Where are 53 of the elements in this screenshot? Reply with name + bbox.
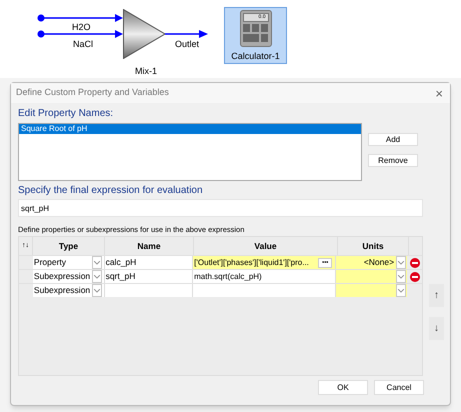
type-value: Subexpression [34, 270, 90, 284]
caret-icon [398, 288, 404, 293]
name-cell[interactable]: sqrt_pH [104, 270, 194, 284]
type-value: Subexpression [34, 284, 90, 298]
column-header: Units [338, 237, 409, 256]
column-header: Value [194, 237, 338, 256]
unit-label: Mix-1 [135, 65, 157, 78]
add-button[interactable]: Add [368, 133, 418, 146]
stream-label: H2O [72, 21, 91, 34]
caret-icon [94, 260, 100, 265]
dropdown-button[interactable] [92, 270, 102, 284]
window-title: Define Custom Property and Variables [16, 86, 169, 100]
unit-label: Calculator-1 [231, 50, 280, 63]
type-dropdown[interactable]: Subexpression [32, 284, 105, 298]
section-heading: Specify the final expression for evaluation [18, 184, 204, 198]
expression-field[interactable]: sqrt_pH [18, 199, 423, 217]
dropdown-button[interactable] [92, 256, 102, 270]
caret-icon [398, 260, 404, 265]
remove-button[interactable]: Remove [368, 154, 418, 167]
mixer-icon[interactable] [123, 9, 166, 59]
stream-label: Outlet [175, 38, 200, 51]
list-item[interactable]: Square Root of pH [19, 124, 361, 134]
type-dropdown[interactable]: Subexpression [32, 270, 105, 284]
stream-label: NaCl [73, 38, 94, 51]
dropdown-button[interactable] [92, 284, 102, 298]
keypad-drawing [242, 24, 268, 44]
units-value: <None> [364, 256, 394, 270]
value-text: math.sqrt(calc_pH) [194, 270, 262, 283]
ok-button[interactable]: OK [318, 380, 368, 396]
caret-icon [94, 274, 100, 279]
outlet-stream-arrow [165, 30, 208, 38]
close-button[interactable]: × [433, 86, 445, 100]
dropdown-button[interactable] [396, 256, 406, 270]
name-cell[interactable]: calc_pH [104, 256, 194, 270]
column-header: Name [105, 237, 194, 256]
section-heading: Edit Property Names: [18, 107, 114, 121]
column-header: Type [33, 237, 105, 256]
caret-icon [398, 274, 404, 279]
cancel-button[interactable]: Cancel [374, 380, 424, 396]
delete-icon[interactable] [410, 272, 420, 282]
move-up-button[interactable]: ↑ [429, 284, 444, 308]
delete-icon[interactable] [410, 258, 420, 268]
dropdown-button[interactable] [396, 284, 406, 298]
caret-icon [94, 288, 100, 293]
type-dropdown[interactable]: Property [32, 256, 105, 270]
type-value: Property [34, 256, 66, 270]
units-dropdown[interactable]: <None> [336, 256, 408, 270]
dropdown-button[interactable] [396, 270, 406, 284]
move-down-button[interactable]: ↓ [429, 317, 444, 340]
name-cell[interactable] [104, 284, 194, 298]
value-cell[interactable] [193, 284, 336, 298]
value-text: ['Outlet']['phases']['liquid1']['pro... [194, 256, 309, 269]
value-cell[interactable]: math.sqrt(calc_pH) [193, 270, 336, 284]
